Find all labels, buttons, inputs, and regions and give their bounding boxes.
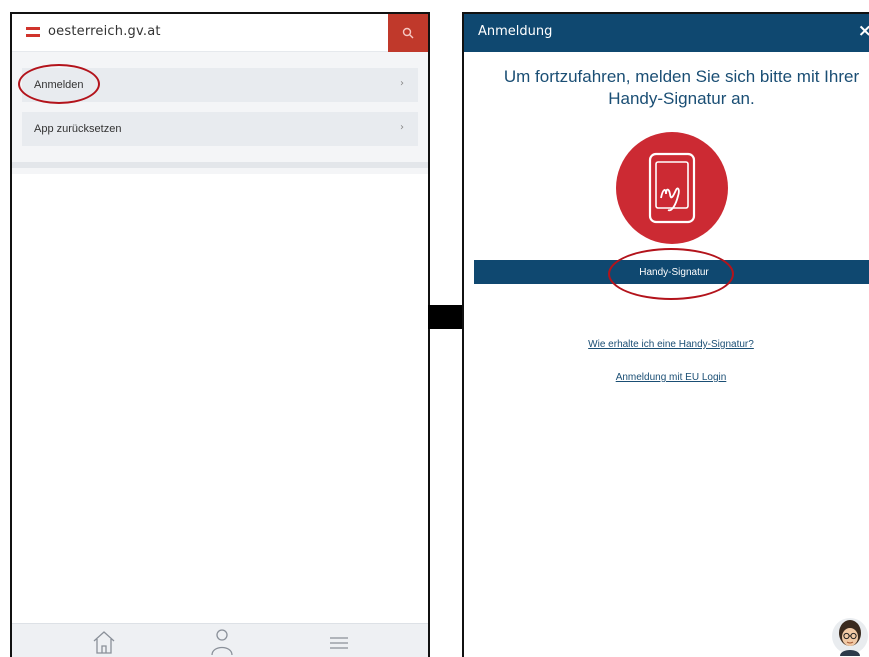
divider <box>12 162 428 168</box>
search-icon <box>402 27 414 39</box>
home-icon[interactable] <box>92 629 116 655</box>
header-title: Anmeldung <box>478 24 553 39</box>
site-name: oesterreich.gv.at <box>48 24 161 39</box>
search-button[interactable] <box>388 14 428 52</box>
highlight-ellipse <box>608 248 734 300</box>
highlight-ellipse <box>18 64 100 104</box>
link-eu-login[interactable]: Anmeldung mit EU Login <box>464 372 869 383</box>
chevron-right-icon: › <box>400 78 404 89</box>
close-icon[interactable]: × <box>858 21 869 41</box>
menu-item-app-zuruecksetzen[interactable]: App zurücksetzen › <box>22 112 418 146</box>
handy-signatur-logo <box>616 132 728 244</box>
menu-item-label: App zurücksetzen <box>34 123 122 135</box>
austria-flag-icon <box>26 27 40 37</box>
assistant-avatar-icon[interactable] <box>831 614 869 657</box>
bottom-navigation <box>12 623 428 657</box>
chevron-right-icon: › <box>400 122 404 133</box>
phone-signature-icon <box>648 152 696 224</box>
header: Anmeldung × <box>464 14 869 52</box>
login-prompt: Um fortzufahren, melden Sie sich bitte m… <box>503 67 860 108</box>
user-icon[interactable] <box>210 627 234 655</box>
link-wie-erhalte[interactable]: Wie erhalte ich eine Handy-Signatur? <box>464 339 869 350</box>
left-phone-screen: oesterreich.gv.at Anmelden › App zurücks… <box>10 12 430 657</box>
top-bar: oesterreich.gv.at <box>12 14 428 52</box>
right-phone-screen: Anmeldung × Um fortzufahren, melden Sie … <box>462 12 869 657</box>
menu-icon[interactable] <box>330 637 348 649</box>
